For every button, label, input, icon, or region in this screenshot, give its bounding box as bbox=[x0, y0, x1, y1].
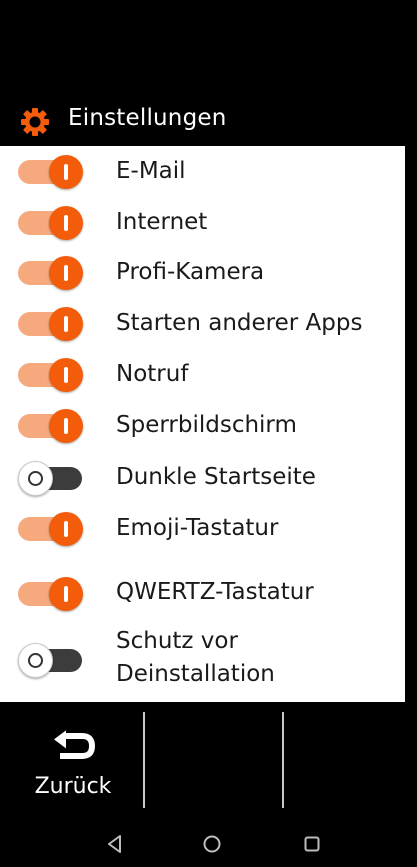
setting-label-notruf: Notruf bbox=[116, 361, 189, 387]
setting-label-qwertz-tastatur: QWERTZ-Tastatur bbox=[116, 579, 314, 605]
setting-label-dunkle-startseite: Dunkle Startseite bbox=[116, 464, 316, 490]
toggle-knob bbox=[49, 358, 83, 392]
setting-row-emoji-tastatur[interactable]: Emoji-Tastatur bbox=[0, 503, 405, 557]
app-header: Einstellungen bbox=[0, 96, 417, 146]
footer-empty-slot bbox=[284, 702, 417, 822]
toggle-knob bbox=[18, 643, 53, 678]
sperrbildschirm-toggle[interactable] bbox=[18, 409, 83, 443]
setting-row-dunkle-startseite[interactable]: Dunkle Startseite bbox=[0, 452, 405, 502]
setting-row-notruf[interactable]: Notruf bbox=[0, 350, 405, 400]
list-edge bbox=[405, 146, 417, 702]
setting-row-internet[interactable]: Internet bbox=[0, 197, 405, 247]
setting-label-sperrbildschirm: Sperrbildschirm bbox=[116, 412, 297, 438]
toggle-knob bbox=[49, 256, 83, 290]
page-title: Einstellungen bbox=[68, 105, 227, 131]
internet-toggle[interactable] bbox=[18, 206, 83, 240]
email-toggle[interactable] bbox=[18, 155, 83, 189]
toggle-knob bbox=[49, 155, 83, 189]
toggle-knob bbox=[18, 461, 53, 496]
setting-row-sperrbildschirm[interactable]: Sperrbildschirm bbox=[0, 401, 405, 451]
setting-label-email: E-Mail bbox=[116, 158, 186, 184]
notruf-toggle[interactable] bbox=[18, 358, 83, 392]
triangle-back-icon[interactable] bbox=[103, 832, 127, 856]
setting-label-schutz-line1: Schutz vor bbox=[116, 628, 238, 654]
toggle-knob bbox=[49, 409, 83, 443]
emoji-tastatur-toggle[interactable] bbox=[18, 512, 83, 546]
bottom-action-bar: Zurück bbox=[0, 702, 417, 822]
setting-label-emoji-tastatur: Emoji-Tastatur bbox=[116, 515, 279, 541]
toggle-knob bbox=[49, 206, 83, 240]
settings-screen: Einstellungen E-Mail Internet Profi-Kame… bbox=[0, 0, 417, 867]
setting-row-qwertz-tastatur[interactable]: QWERTZ-Tastatur bbox=[0, 558, 405, 624]
settings-list: E-Mail Internet Profi-Kamera Starten and… bbox=[0, 146, 405, 702]
setting-row-email[interactable]: E-Mail bbox=[0, 146, 405, 196]
back-button[interactable]: Zurück bbox=[0, 702, 143, 822]
setting-row-schutz-vor-deinstallation[interactable]: Schutz vor Deinstallation bbox=[0, 625, 405, 702]
starten-anderer-apps-toggle[interactable] bbox=[18, 307, 83, 341]
square-recents-icon[interactable] bbox=[300, 832, 324, 856]
system-navigation-bar bbox=[0, 822, 417, 867]
return-arrow-icon bbox=[54, 730, 95, 759]
dunkle-startseite-toggle[interactable] bbox=[18, 461, 82, 496]
status-bar-area bbox=[0, 0, 417, 96]
setting-label-starten-anderer-apps: Starten anderer Apps bbox=[116, 310, 363, 336]
qwertz-tastatur-toggle[interactable] bbox=[18, 577, 83, 611]
toggle-knob bbox=[49, 307, 83, 341]
setting-label-schutz-line2: Deinstallation bbox=[116, 661, 275, 687]
footer-empty-slot bbox=[145, 702, 282, 822]
setting-label-profi-kamera: Profi-Kamera bbox=[116, 259, 265, 285]
schutz-vor-deinstallation-toggle[interactable] bbox=[18, 643, 82, 678]
setting-label-internet: Internet bbox=[116, 209, 208, 235]
gear-icon bbox=[21, 108, 49, 136]
toggle-knob bbox=[49, 512, 83, 546]
back-button-label: Zurück bbox=[34, 774, 112, 799]
setting-row-starten-anderer-apps[interactable]: Starten anderer Apps bbox=[0, 299, 405, 349]
toggle-knob bbox=[49, 577, 83, 611]
profi-kamera-toggle[interactable] bbox=[18, 256, 83, 290]
circle-home-icon[interactable] bbox=[200, 832, 224, 856]
setting-row-profi-kamera[interactable]: Profi-Kamera bbox=[0, 248, 405, 298]
